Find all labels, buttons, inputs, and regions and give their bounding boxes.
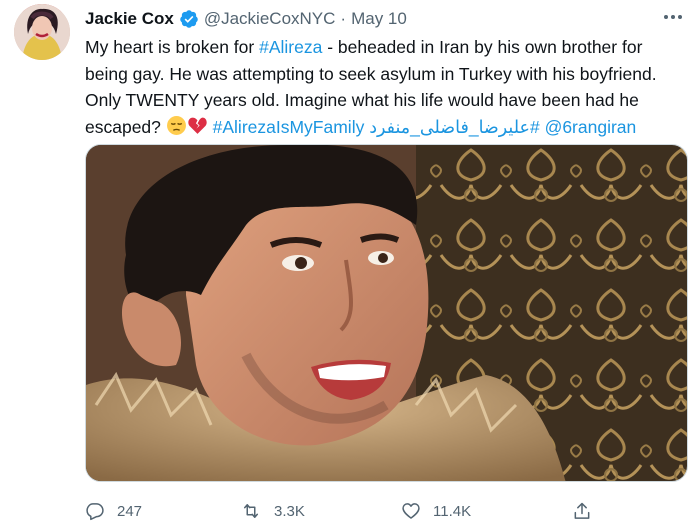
author-handle[interactable]: @JackieCoxNYC xyxy=(204,9,336,29)
hashtag-link[interactable]: #Alireza xyxy=(259,37,322,57)
tweet-text: My heart is broken for #Alireza - behead… xyxy=(85,34,685,143)
like-count: 11.4K xyxy=(433,502,472,520)
share-button[interactable] xyxy=(572,501,592,521)
retweet-button[interactable]: 3.3K xyxy=(240,501,305,521)
hashtag-link[interactable]: #AlirezaIsMyFamily xyxy=(213,117,365,137)
broken-heart-icon xyxy=(187,115,208,144)
verified-badge-icon xyxy=(179,9,199,29)
tweet-header: Jackie Cox @JackieCoxNYC · May 10 xyxy=(85,8,407,30)
tweet-date[interactable]: May 10 xyxy=(351,9,407,29)
retweet-icon xyxy=(244,504,258,518)
tweet-actions: 247 3.3K 11.4K xyxy=(85,497,685,525)
heart-icon xyxy=(402,503,420,519)
pensive-face-icon xyxy=(166,115,187,144)
more-options-icon[interactable] xyxy=(660,6,686,28)
header-separator: · xyxy=(340,9,347,28)
tweet-card[interactable]: Jackie Cox @JackieCoxNYC · May 10 My hea… xyxy=(0,0,700,532)
tweet-photo[interactable] xyxy=(85,144,688,482)
like-button[interactable]: 11.4K xyxy=(401,501,471,521)
tweet-text-part: My heart is broken for xyxy=(85,37,260,57)
reply-button[interactable]: 247 xyxy=(85,501,142,521)
reply-icon xyxy=(86,503,104,521)
mention-link[interactable]: @6rangiran xyxy=(545,117,637,137)
photo-icon xyxy=(86,145,687,481)
hashtag-link-arabic[interactable]: #علیرضا_فاضلی_منفرد xyxy=(369,117,539,137)
author-avatar[interactable] xyxy=(14,4,70,60)
avatar-portrait-icon xyxy=(14,4,70,60)
author-name[interactable]: Jackie Cox xyxy=(85,9,174,29)
share-icon xyxy=(574,502,590,519)
reply-count: 247 xyxy=(117,502,143,520)
retweet-count: 3.3K xyxy=(274,502,305,520)
